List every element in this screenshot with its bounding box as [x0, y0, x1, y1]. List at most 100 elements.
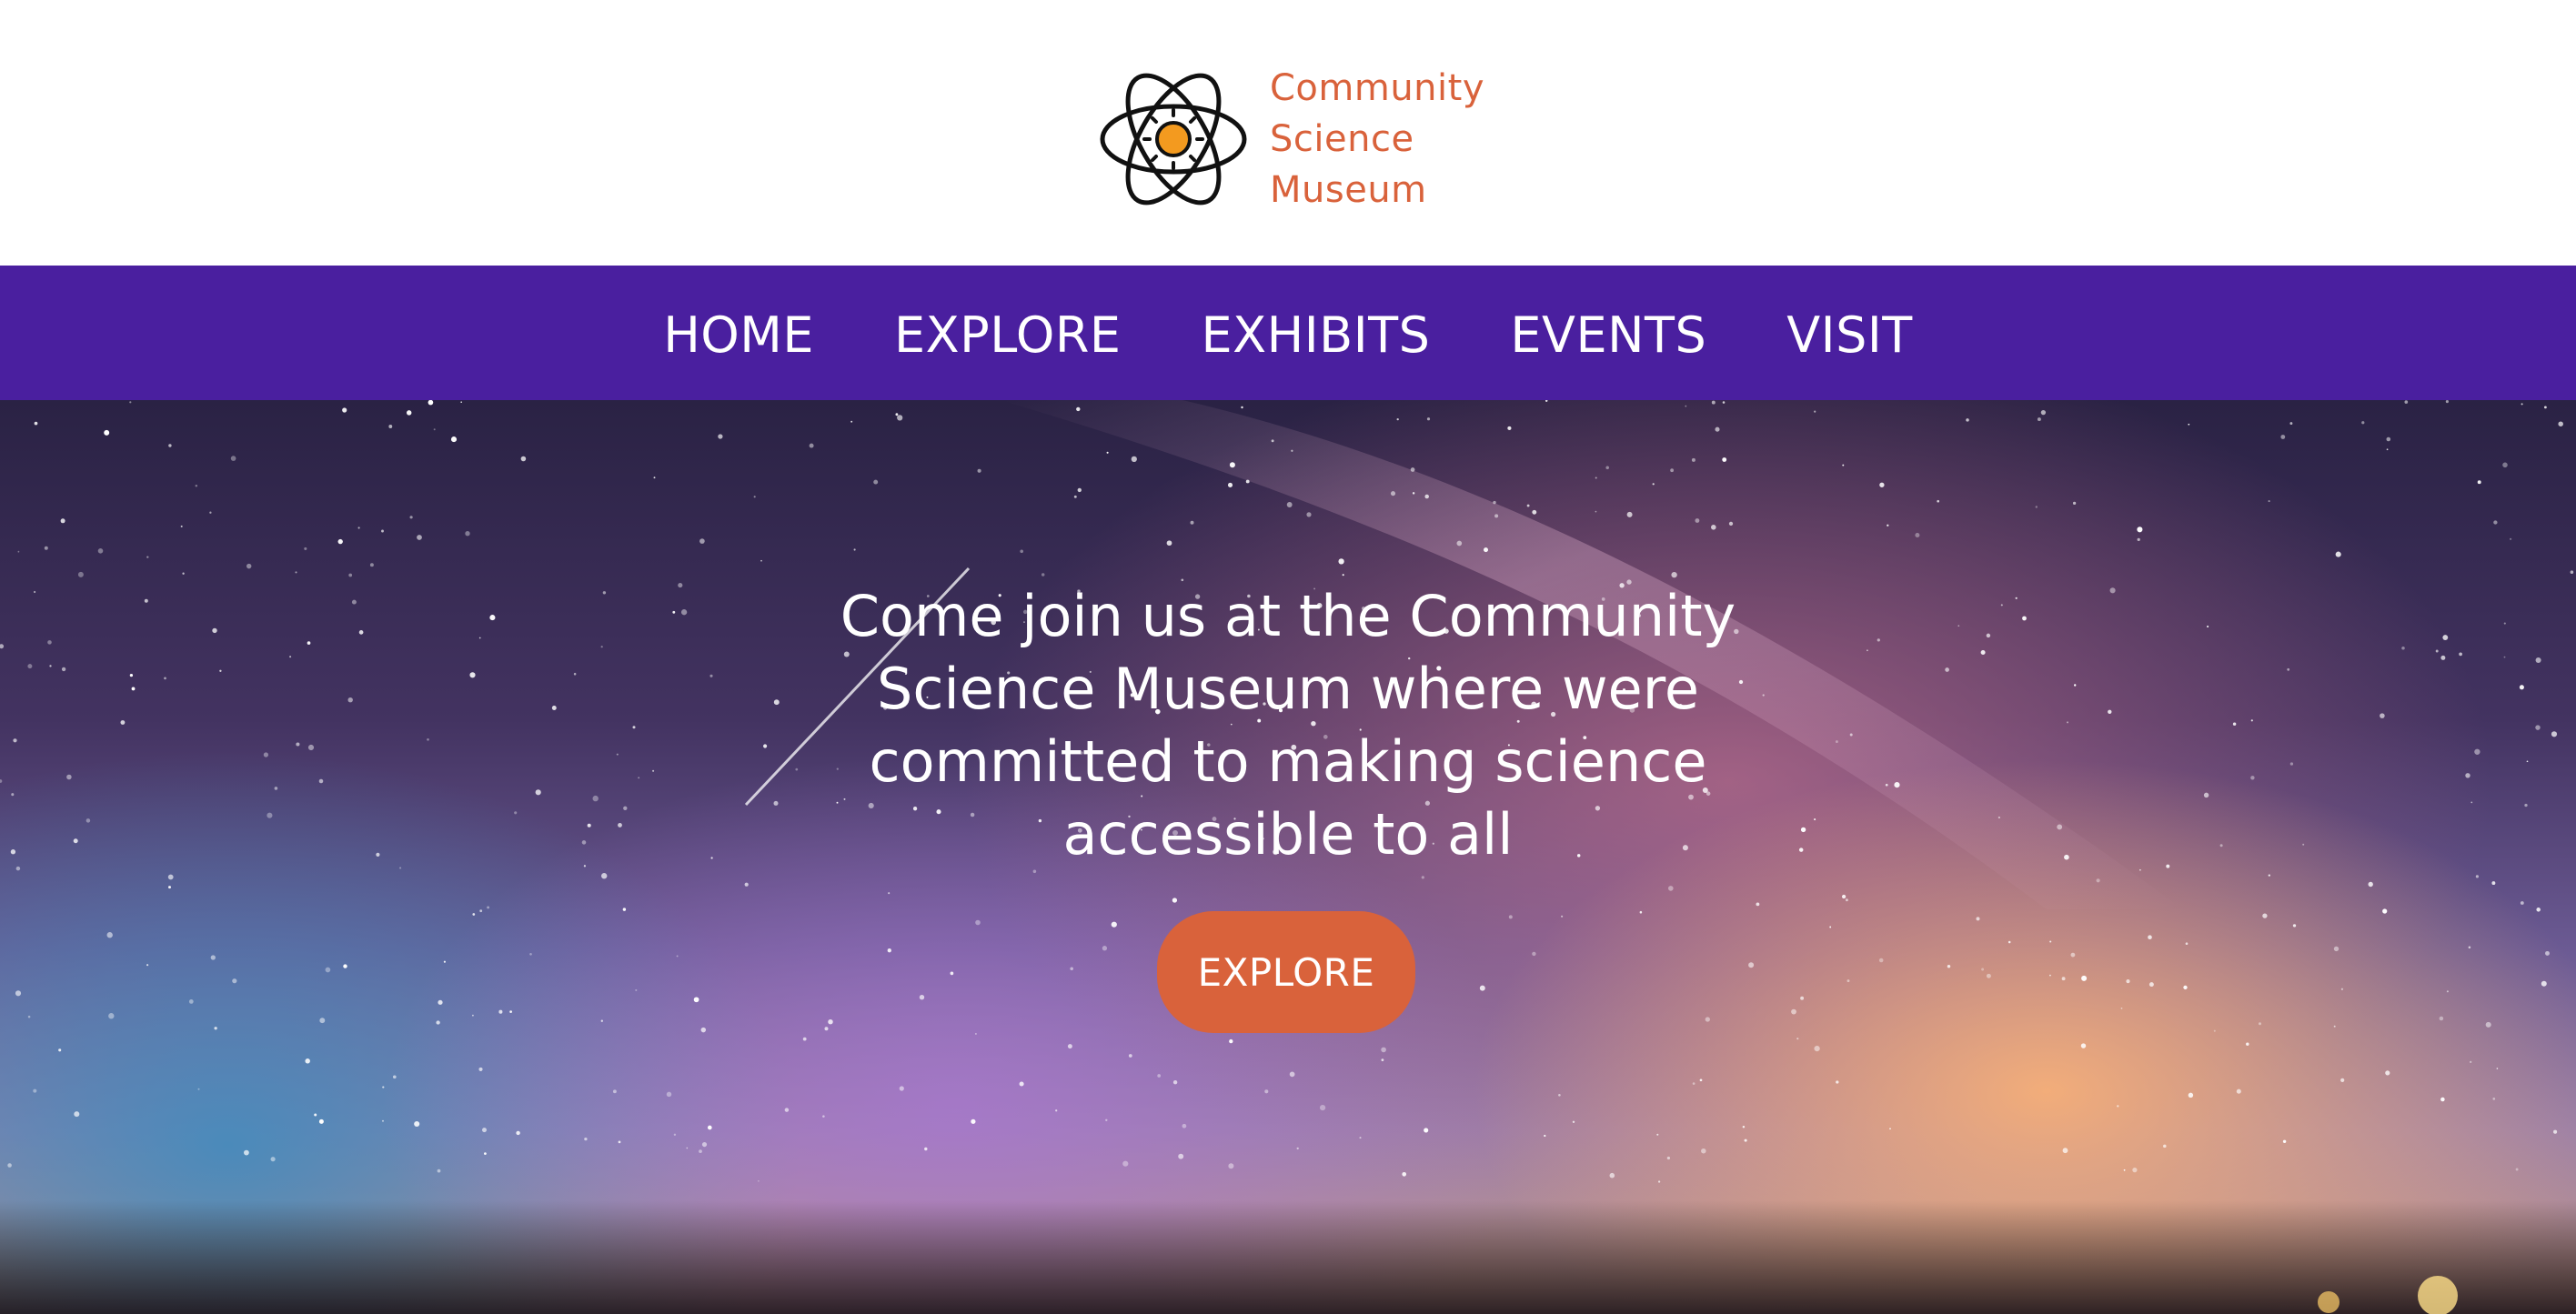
- star: [2148, 935, 2152, 940]
- star: [1229, 462, 1235, 468]
- star: [1711, 525, 1716, 530]
- star: [2386, 448, 2389, 451]
- star: [632, 726, 636, 729]
- star: [212, 627, 217, 634]
- star: [0, 779, 3, 783]
- star: [2268, 874, 2270, 877]
- star: [2459, 652, 2462, 657]
- star: [897, 415, 903, 421]
- star: [314, 1113, 317, 1117]
- star: [1128, 1054, 1132, 1058]
- nav-visit[interactable]: VISIT: [1786, 306, 1913, 360]
- star: [710, 857, 713, 859]
- star: [760, 559, 762, 562]
- star: [2439, 1016, 2444, 1021]
- star: [1106, 451, 1109, 454]
- star: [60, 518, 65, 524]
- star: [2468, 946, 2471, 949]
- star: [342, 407, 347, 413]
- star: [700, 1027, 707, 1033]
- star: [1671, 571, 1677, 578]
- star: [2521, 403, 2523, 406]
- star: [2219, 844, 2223, 848]
- star: [11, 793, 15, 797]
- nav-home[interactable]: HOME: [663, 306, 814, 360]
- star: [325, 967, 331, 973]
- star: [2120, 1008, 2123, 1009]
- star: [77, 571, 84, 577]
- star: [587, 823, 591, 828]
- star: [758, 1179, 760, 1182]
- star: [2474, 748, 2480, 755]
- star: [433, 428, 436, 431]
- star: [1937, 499, 1940, 503]
- star: [2440, 1097, 2445, 1102]
- star: [1652, 483, 1655, 486]
- star: [2132, 1167, 2138, 1173]
- star: [436, 1020, 440, 1025]
- star: [2333, 946, 2340, 952]
- star: [392, 1075, 397, 1079]
- star: [2064, 854, 2069, 860]
- star: [1102, 946, 1108, 951]
- star: [1846, 979, 1850, 983]
- star: [1945, 667, 1949, 672]
- star: [573, 672, 577, 676]
- star: [2250, 719, 2253, 722]
- star: [1705, 1017, 1710, 1022]
- star: [2203, 792, 2209, 798]
- star: [472, 913, 476, 916]
- star: [489, 615, 496, 621]
- star: [17, 550, 20, 553]
- star: [1073, 495, 1077, 498]
- star: [2368, 881, 2373, 888]
- star: [773, 800, 779, 806]
- star: [581, 840, 587, 845]
- star: [2280, 435, 2286, 439]
- star: [164, 677, 166, 680]
- star: [2232, 722, 2237, 726]
- star: [34, 590, 36, 594]
- star: [2137, 527, 2143, 533]
- star: [1544, 1134, 1546, 1138]
- logo-line-2: Science: [1270, 118, 1414, 160]
- star: [2302, 843, 2305, 846]
- star: [74, 1111, 80, 1118]
- star: [307, 744, 315, 751]
- star: [2148, 982, 2154, 988]
- site-logo[interactable]: Community Science Museum: [1097, 62, 1488, 216]
- star: [2108, 709, 2112, 714]
- star: [244, 1149, 249, 1156]
- star: [1319, 1104, 1326, 1111]
- star: [487, 906, 490, 909]
- star: [1558, 1093, 1561, 1097]
- nav-exhibits[interactable]: EXHIBITS: [1202, 306, 1431, 360]
- star: [2526, 760, 2529, 763]
- star: [2040, 409, 2047, 416]
- star: [97, 548, 104, 554]
- star: [270, 1157, 276, 1162]
- star: [529, 952, 532, 956]
- star: [1915, 532, 1920, 538]
- star: [479, 909, 483, 913]
- star: [1019, 1081, 1024, 1087]
- nav-events[interactable]: EVENTS: [1510, 306, 1706, 360]
- nav-explore[interactable]: EXPLORE: [894, 306, 1121, 360]
- star: [61, 667, 66, 672]
- hero-headline: Come join us at the Community Science Mu…: [840, 583, 1736, 868]
- star: [635, 988, 638, 991]
- explore-button[interactable]: EXPLORE: [1157, 911, 1415, 1033]
- star: [381, 529, 384, 533]
- star: [2543, 406, 2547, 409]
- star: [146, 964, 149, 967]
- star: [182, 572, 185, 575]
- star: [450, 436, 458, 443]
- star: [1493, 500, 1496, 505]
- star: [971, 1118, 976, 1124]
- star: [428, 400, 434, 406]
- star: [2066, 721, 2069, 724]
- star: [1296, 1147, 1299, 1150]
- star: [2183, 985, 2188, 990]
- star: [1715, 426, 1720, 432]
- star: [120, 720, 126, 725]
